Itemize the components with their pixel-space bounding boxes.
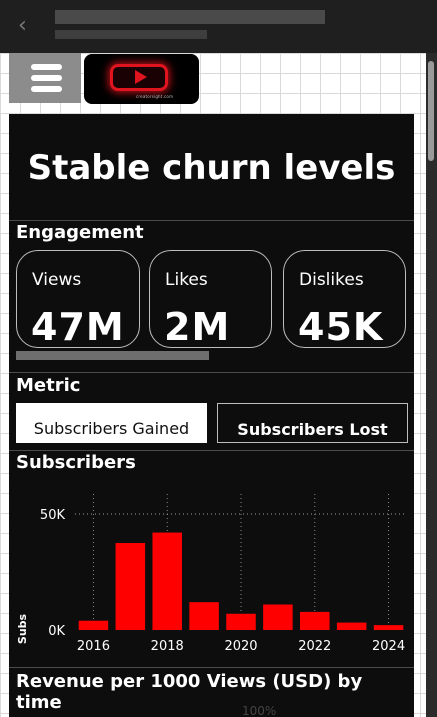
x-tick-label: 2016 [77, 639, 110, 654]
hamburger-menu-button[interactable] [9, 53, 81, 103]
kpi-value: 45K [298, 305, 384, 348]
revenue-label: Revenue per 1000 Views (USD) by time [16, 671, 363, 713]
title-placeholder [55, 10, 325, 24]
scrollbar-thumb[interactable] [428, 61, 434, 161]
divider [9, 220, 414, 221]
divider [9, 372, 414, 373]
x-tick-label: 2022 [298, 639, 331, 654]
subscribers-bar-chart: 2016 2018 2020 2022 2024 0K 50K Subs [16, 494, 407, 654]
revenue-peek-value: 100% [242, 704, 277, 717]
divider [9, 450, 414, 451]
kpi-card-dislikes: Dislikes 45K [283, 250, 406, 348]
channel-logo: creatorsight.com [84, 54, 199, 104]
engagement-label: Engagement [16, 222, 144, 243]
y-tick-label: 50K [40, 508, 66, 523]
x-tick-label: 2024 [372, 639, 405, 654]
kpi-label: Views [32, 270, 82, 290]
kpi-card-views: Views 47M [16, 250, 140, 348]
bar-2018 [152, 532, 182, 630]
bar-2020 [226, 613, 256, 630]
kpi-label: Dislikes [299, 270, 364, 290]
x-tick-label: 2020 [224, 639, 257, 654]
vertical-scrollbar[interactable] [426, 53, 437, 717]
app-top-bar: ‹ [0, 0, 437, 53]
kpi-value: 2M [164, 305, 231, 348]
page-title: Stable churn levels [27, 148, 396, 188]
horizontal-scrollbar[interactable] [16, 351, 209, 360]
bar-2022 [300, 611, 330, 630]
subscribers-gained-button[interactable]: Subscribers Gained [16, 403, 207, 443]
kpi-card-likes: Likes 2M [149, 250, 272, 348]
y-tick-label: 0K [48, 624, 65, 639]
bar-2024 [373, 625, 404, 630]
chevron-left-icon[interactable]: ‹ [18, 13, 34, 39]
bar-2016 [78, 620, 109, 630]
subscribers-label: Subscribers [16, 452, 136, 473]
bar-2017 [115, 543, 146, 630]
dashboard-panel: Stable churn levels Engagement Views 47M… [9, 114, 414, 717]
x-tick-label: 2018 [151, 639, 184, 654]
kpi-label: Likes [165, 270, 208, 290]
hamburger-menu-icon [31, 64, 62, 70]
kpi-value: 47M [31, 305, 125, 348]
metric-label: Metric [16, 375, 81, 396]
bar-2021 [263, 604, 293, 630]
logo-tagline: creatorsight.com [136, 94, 174, 99]
bar-2019 [189, 602, 219, 630]
bar-2023 [336, 622, 367, 630]
subscribers-lost-button[interactable]: Subscribers Lost [217, 403, 408, 443]
report-canvas: creatorsight.com Stable churn levels Eng… [0, 53, 426, 717]
subtitle-placeholder [55, 30, 207, 39]
y-axis-label: Subs [16, 613, 29, 644]
divider [9, 667, 414, 668]
